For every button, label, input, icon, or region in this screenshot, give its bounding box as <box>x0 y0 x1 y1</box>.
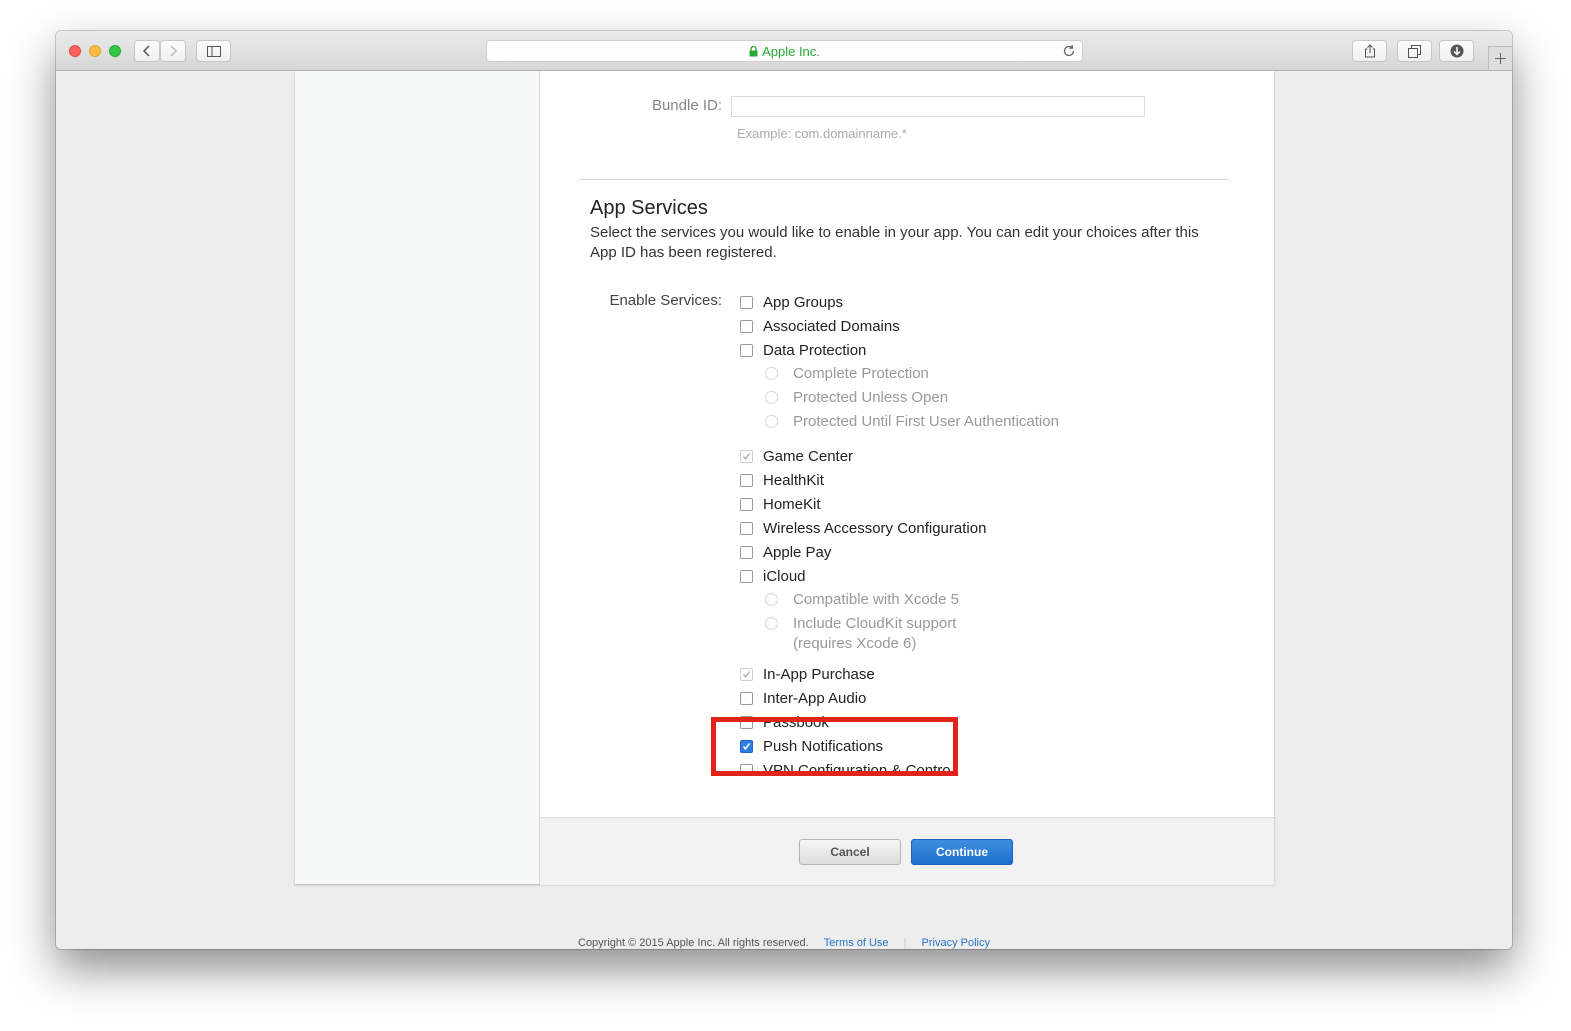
radio-label: Compatible with Xcode 5 <box>793 591 959 608</box>
left-sidebar <box>295 71 540 884</box>
in-app-purchase-checkbox <box>740 667 753 681</box>
chevron-left-icon <box>142 45 150 57</box>
radio-label: Complete Protection <box>793 365 929 382</box>
app-groups-checkbox[interactable] <box>740 295 753 309</box>
data-protection-option[interactable]: Protected Unless Open <box>765 388 948 408</box>
service-game-center: Game Center <box>740 446 853 466</box>
app-services-title: App Services <box>590 197 708 219</box>
footer-separator: | <box>903 937 907 949</box>
reload-icon[interactable] <box>1062 44 1076 58</box>
privacy-policy-link[interactable]: Privacy Policy <box>922 937 990 949</box>
close-window-button[interactable] <box>69 45 81 57</box>
inter-app-audio-checkbox[interactable] <box>740 691 753 705</box>
plus-icon <box>1495 53 1506 64</box>
game-center-label: Game Center <box>763 447 854 465</box>
zoom-window-button[interactable] <box>109 45 121 57</box>
protected-until-first-auth-radio[interactable] <box>765 415 778 428</box>
service-data-protection[interactable]: Data Protection <box>740 340 866 360</box>
homekit-checkbox[interactable] <box>740 497 753 511</box>
data-protection-option[interactable]: Complete Protection <box>765 364 929 384</box>
xcode5-radio[interactable] <box>765 593 778 606</box>
sidebar-toggle-button[interactable] <box>196 40 231 62</box>
wireless-accessory-checkbox[interactable] <box>740 521 753 535</box>
address-bar[interactable]: Apple Inc. <box>486 40 1083 62</box>
wireless-accessory-label: Wireless Accessory Configuration <box>763 519 987 537</box>
radio-label: Protected Unless Open <box>793 389 949 406</box>
service-app-groups[interactable]: App Groups <box>740 292 843 312</box>
service-in-app-purchase: In-App Purchase <box>740 664 875 684</box>
forward-button[interactable] <box>160 40 186 62</box>
address-text: Apple Inc. <box>762 44 820 59</box>
toolbar: Apple Inc. <box>56 31 1512 71</box>
new-tab-button[interactable] <box>1488 46 1512 70</box>
enable-services-label: Enable Services: <box>609 292 722 309</box>
bundle-id-input[interactable] <box>731 96 1145 117</box>
icloud-label: iCloud <box>763 567 806 585</box>
game-center-checkbox <box>740 449 753 463</box>
service-wireless-accessory[interactable]: Wireless Accessory Configuration <box>740 518 986 538</box>
radio-label: Protected Until First User Authenticatio… <box>793 413 1059 430</box>
back-button[interactable] <box>134 40 160 62</box>
share-icon <box>1364 44 1375 58</box>
apple-pay-checkbox[interactable] <box>740 545 753 559</box>
icloud-option[interactable]: Compatible with Xcode 5 <box>765 590 959 610</box>
service-apple-pay[interactable]: Apple Pay <box>740 542 831 562</box>
apple-pay-label: Apple Pay <box>763 543 832 561</box>
service-icloud[interactable]: iCloud <box>740 566 806 586</box>
form-actions: Cancel Continue <box>540 817 1274 885</box>
service-healthkit[interactable]: HealthKit <box>740 470 824 490</box>
bundle-id-hint: Example: com.domainname.* <box>737 126 907 141</box>
form-panel: Bundle ID: Example: com.domainname.* App… <box>295 71 1274 885</box>
homekit-label: HomeKit <box>763 495 821 513</box>
main-form: Bundle ID: Example: com.domainname.* App… <box>540 71 1274 885</box>
page-footer: Copyright © 2015 Apple Inc. All rights r… <box>56 937 1512 949</box>
tabs-overview-button[interactable] <box>1397 40 1432 62</box>
lock-icon <box>749 46 758 57</box>
highlight-box <box>711 717 958 776</box>
service-homekit[interactable]: HomeKit <box>740 494 821 514</box>
share-button[interactable] <box>1352 40 1387 62</box>
cloudkit-radio[interactable] <box>765 617 778 630</box>
tabs-icon <box>1408 44 1421 58</box>
icloud-checkbox[interactable] <box>740 569 753 583</box>
data-protection-label: Data Protection <box>763 341 867 359</box>
associated-domains-checkbox[interactable] <box>740 319 753 333</box>
data-protection-option[interactable]: Protected Until First User Authenticatio… <box>765 412 1059 432</box>
section-divider <box>580 179 1228 180</box>
chevron-right-icon <box>170 45 178 57</box>
continue-button[interactable]: Continue <box>911 839 1013 865</box>
page-content: Bundle ID: Example: com.domainname.* App… <box>56 71 1512 949</box>
downloads-button[interactable] <box>1439 40 1474 62</box>
associated-domains-label: Associated Domains <box>763 317 900 335</box>
cancel-button[interactable]: Cancel <box>799 839 901 865</box>
copyright-text: Copyright © 2015 Apple Inc. All rights r… <box>578 937 809 949</box>
data-protection-checkbox[interactable] <box>740 343 753 357</box>
downloads-icon <box>1450 44 1463 58</box>
healthkit-checkbox[interactable] <box>740 473 753 487</box>
checkmark-icon <box>743 670 751 678</box>
service-associated-domains[interactable]: Associated Domains <box>740 316 900 336</box>
browser-window: Apple Inc. Bundle ID: Example: com.domai… <box>56 31 1512 949</box>
sidebar-icon <box>206 45 221 57</box>
protected-unless-open-radio[interactable] <box>765 391 778 404</box>
checkmark-icon <box>743 452 751 460</box>
bundle-id-label: Bundle ID: <box>651 97 722 114</box>
complete-protection-radio[interactable] <box>765 367 778 380</box>
cloudkit-label: Include CloudKit support <box>793 615 957 632</box>
minimize-window-button[interactable] <box>89 45 101 57</box>
cloudkit-requirement: (requires Xcode 6) <box>793 635 917 652</box>
service-inter-app-audio[interactable]: Inter-App Audio <box>740 688 866 708</box>
inter-app-audio-label: Inter-App Audio <box>763 689 867 707</box>
app-services-description: Select the services you would like to en… <box>590 224 1199 261</box>
icloud-option[interactable]: Include CloudKit support (requires Xcode … <box>765 614 956 654</box>
terms-of-use-link[interactable]: Terms of Use <box>824 937 889 949</box>
app-groups-label: App Groups <box>763 293 844 311</box>
healthkit-label: HealthKit <box>763 471 824 489</box>
in-app-purchase-label: In-App Purchase <box>763 665 875 683</box>
radio-label: Include CloudKit support (requires Xcode … <box>793 614 956 654</box>
